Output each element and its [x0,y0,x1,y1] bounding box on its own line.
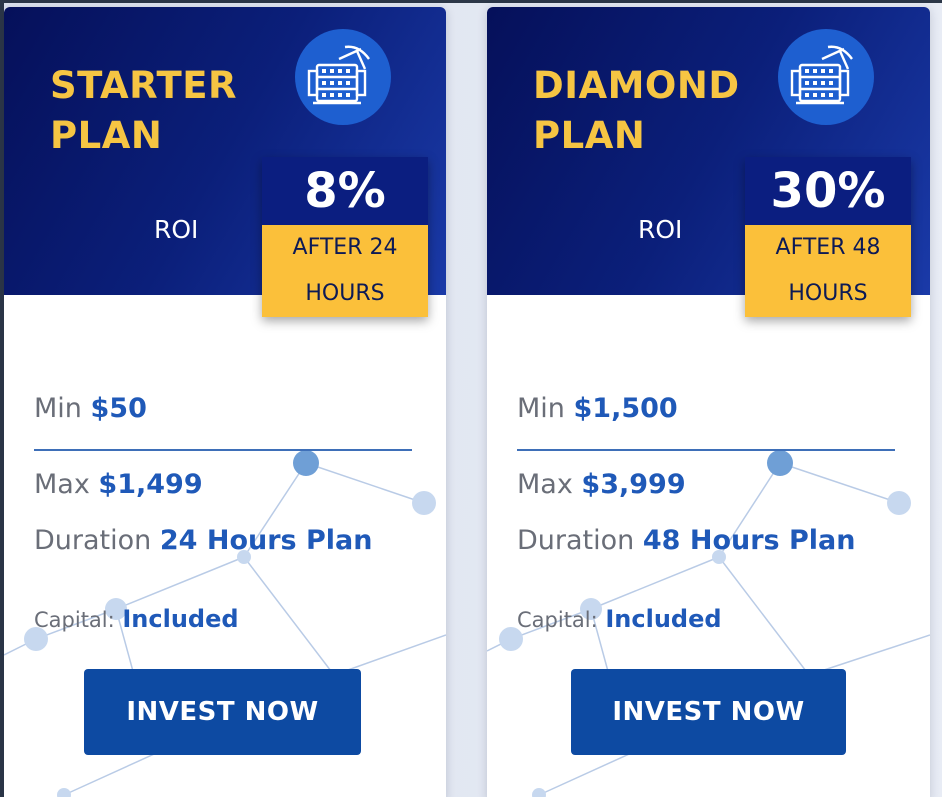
plan-title: DIAMOND PLAN [533,64,740,157]
plan-card-diamond: DIAMOND PLAN ROI 30% AFTER 48 HOURS Min … [487,7,930,797]
capital-label: Capital: [34,608,115,632]
min-value: $1,500 [573,393,678,424]
roi-percent: 8% [262,157,428,225]
min-value: $50 [90,393,147,424]
duration-value: 48 Hours Plan [642,525,856,556]
duration-label: Duration [517,525,635,556]
max-label: Max [517,469,573,500]
min-label: Min [517,393,565,424]
max-value: $3,999 [581,469,686,500]
max-amount-row: Max $3,999 [517,469,686,500]
duration-row: Duration 48 Hours Plan [517,525,856,556]
roi-badge: 8% AFTER 24 HOURS [262,157,428,317]
min-amount-row: Min $1,500 [517,393,678,424]
max-label: Max [34,469,90,500]
divider [34,449,412,451]
capital-value: Included [605,605,722,633]
invest-now-button[interactable]: INVEST NOW [571,669,846,755]
capital-value: Included [122,605,239,633]
max-amount-row: Max $1,499 [34,469,203,500]
roi-badge: 30% AFTER 48 HOURS [745,157,911,317]
invest-now-button[interactable]: INVEST NOW [84,669,361,755]
max-value: $1,499 [98,469,203,500]
roi-label: ROI [154,215,199,244]
duration-row: Duration 24 Hours Plan [34,525,373,556]
min-amount-row: Min $50 [34,393,147,424]
min-label: Min [34,393,82,424]
capital-row: Capital: Included [34,605,239,633]
duration-value: 24 Hours Plan [159,525,373,556]
divider [517,449,895,451]
roi-label: ROI [638,215,683,244]
plan-title: STARTER PLAN [50,64,237,157]
plan-card-starter: STARTER PLAN ROI 8% AFTER 24 HOURS Min $… [4,7,446,797]
pricing-plans: STARTER PLAN ROI 8% AFTER 24 HOURS Min $… [0,0,942,797]
mining-server-icon [295,29,391,125]
capital-row: Capital: Included [517,605,722,633]
capital-label: Capital: [517,608,598,632]
duration-label: Duration [34,525,152,556]
mining-server-icon [778,29,874,125]
roi-percent: 30% [745,157,911,225]
